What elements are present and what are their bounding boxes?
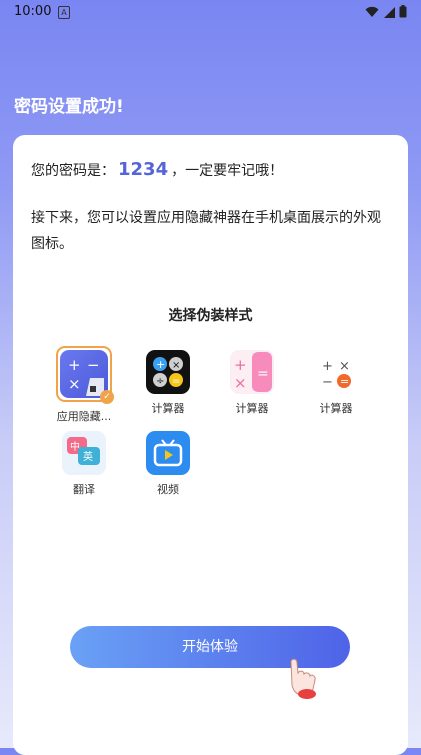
main-card: 您的密码是： 1234 ，一定要牢记哦！ 接下来，您可以设置应用隐藏神器在手机桌面展… [13,135,408,755]
disguise-option-3[interactable]: + × = 计算器 [217,350,287,416]
svg-text:×: × [234,374,247,392]
video-tv-icon [146,431,190,475]
svg-text:+: + [156,358,165,371]
option-label: 计算器 [151,402,185,415]
status-bar: 10:00 A [0,0,421,24]
svg-text:+: + [322,359,333,374]
svg-text:=: = [172,376,180,387]
svg-text:÷: ÷ [156,376,164,387]
svg-text:+: + [68,356,81,374]
svg-text:−: − [322,375,333,390]
check-icon: ✓ [100,390,114,404]
calculator-black-icon: + × ÷ = [146,350,190,394]
battery-icon [399,5,407,18]
disguise-option-1[interactable]: + − × ✓ 应用隐藏... [49,346,119,424]
signal-icon [384,6,395,18]
svg-text:英: 英 [83,450,93,463]
translate-icon: 中 英 [62,431,106,475]
disguise-option-2[interactable]: + × ÷ = 计算器 [133,350,203,416]
hand-pointer-icon [290,658,316,699]
wifi-icon [365,6,379,17]
svg-text:=: = [340,375,349,388]
page-title: 密码设置成功! [14,97,124,117]
svg-text:=: = [257,366,269,382]
status-time: 10:00 [14,4,52,19]
password-prefix: 您的密码是： [31,163,115,179]
svg-text:×: × [68,375,81,393]
password-line: 您的密码是： 1234 ，一定要牢记哦！ [31,159,283,180]
notification-icon: A [58,6,70,19]
disguise-option-5[interactable]: 中 英 翻译 [49,431,119,497]
disguise-option-4[interactable]: + × − = 计算器 [301,350,371,416]
option-label: 计算器 [235,402,269,415]
option-label: 应用隐藏... [56,410,112,423]
selected-frame: + − × ✓ [56,346,114,404]
disguise-option-6[interactable]: 视频 [133,431,203,497]
calculator-pink-icon: + × = [230,350,274,394]
section-title: 选择伪装样式 [168,308,253,324]
status-icons [365,5,407,18]
password-suffix: ，一定要牢记哦！ [171,163,284,179]
description-text: 接下来，您可以设置应用隐藏神器在手机桌面展示的外观图标。 [31,210,381,252]
svg-text:×: × [339,359,350,374]
calculator-white-icon: + × − = [314,350,358,394]
option-label: 翻译 [73,483,95,496]
svg-text:−: − [87,356,100,374]
svg-text:×: × [172,360,180,371]
svg-text:+: + [234,356,247,374]
password-value: 1234 [118,159,169,180]
option-label: 计算器 [319,402,353,415]
option-label: 视频 [157,483,179,496]
calculator-purple-icon: + − × [60,350,108,398]
